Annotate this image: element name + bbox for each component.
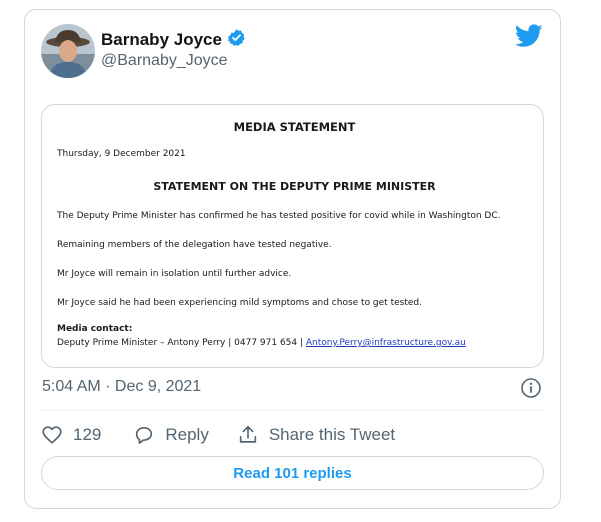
share-button[interactable]: Share this Tweet [237,424,395,446]
statement-paragraph: Remaining members of the delegation have… [57,240,332,250]
heart-icon [41,424,63,446]
share-icon [237,424,259,446]
avatar[interactable] [41,24,95,78]
contact-details: Deputy Prime Minister – Antony Perry | 0… [57,338,306,348]
info-icon[interactable] [520,377,542,399]
author-name-row[interactable]: Barnaby Joyce [101,28,246,52]
reply-button[interactable]: Reply [133,424,209,446]
media-statement-image[interactable]: MEDIA STATEMENT Thursday, 9 December 202… [41,104,544,368]
statement-paragraph: Mr Joyce will remain in isolation until … [57,269,292,279]
statement-document: MEDIA STATEMENT Thursday, 9 December 202… [57,105,532,367]
statement-title: STATEMENT ON THE DEPUTY PRIME MINISTER [153,180,436,193]
tweet-timestamp[interactable]: 5:04 AM · Dec 9, 2021 [42,378,201,396]
like-count: 129 [73,425,102,444]
contact-label: Media contact: [57,324,133,334]
reply-bubble-icon [133,424,155,446]
statement-paragraph: The Deputy Prime Minister has confirmed … [57,211,501,221]
statement-date: Thursday, 9 December 2021 [57,149,186,159]
author-name[interactable]: Barnaby Joyce [101,30,222,50]
read-replies-label: Read 101 replies [233,464,352,482]
read-replies-button[interactable]: Read 101 replies [41,456,544,490]
tweet-actions: 129 Reply Share this Tweet [41,423,395,447]
twitter-bird-icon[interactable] [514,24,543,48]
verified-badge-icon [227,28,246,52]
author-handle[interactable]: @Barnaby_Joyce [101,52,228,70]
divider [41,410,544,411]
contact-email: Antony.Perry@infrastructure.gov.au [305,338,466,348]
like-button[interactable]: 129 [41,424,101,446]
contact-line: Deputy Prime Minister – Antony Perry | 0… [57,338,466,348]
tweet-card: Barnaby Joyce @Barnaby_Joyce MEDIA STATE… [24,9,561,509]
share-label: Share this Tweet [268,425,396,444]
reply-label: Reply [165,425,209,444]
statement-heading: MEDIA STATEMENT [233,120,356,134]
statement-paragraph: Mr Joyce said he had been experiencing m… [57,298,422,308]
